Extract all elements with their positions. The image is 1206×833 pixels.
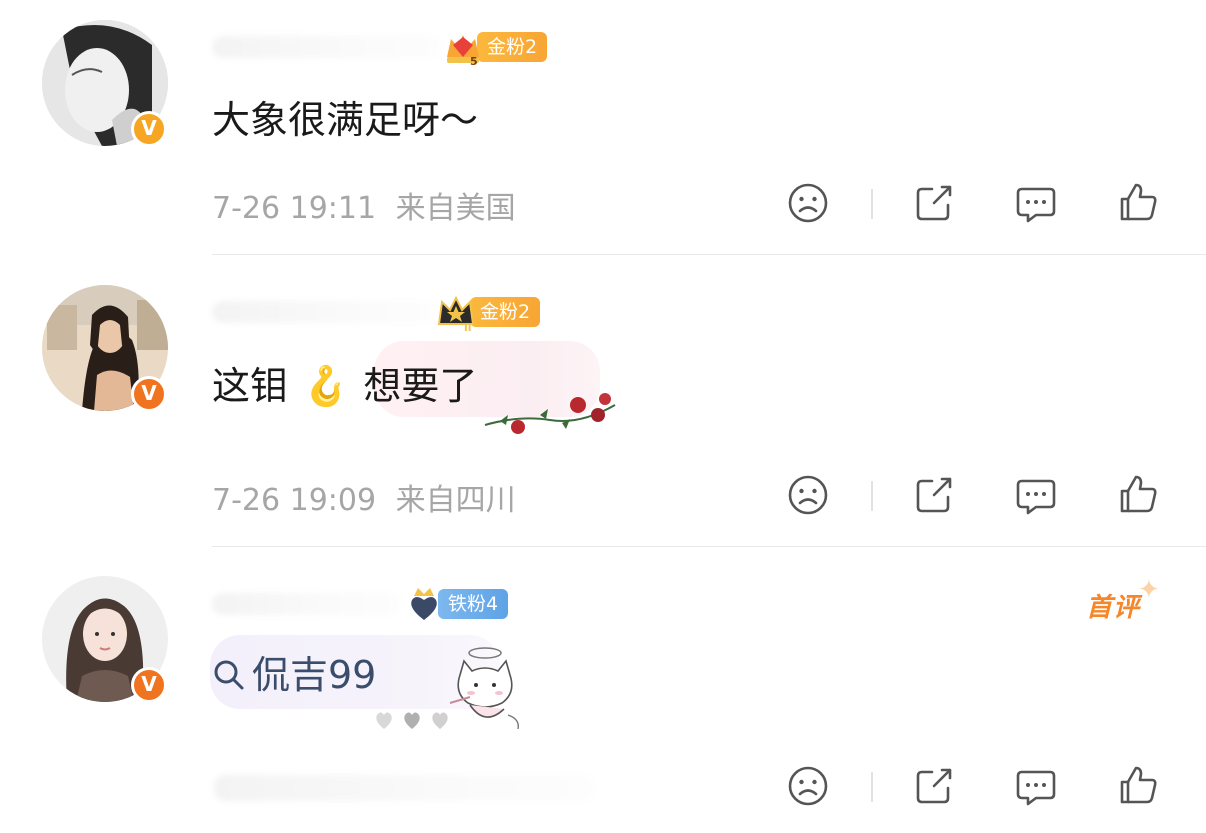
fan-badge-label: 金粉2 <box>477 32 548 62</box>
action-divider <box>871 189 873 219</box>
reply-preview-hidden <box>214 775 594 801</box>
share-icon[interactable] <box>912 473 956 517</box>
comment-item: V II 金粉2 这钼 🪝 想要了 7-26 19:09 来自四川 <box>0 255 1206 547</box>
thumbs-up-icon[interactable] <box>1116 181 1160 225</box>
comment-text-part: 想要了 <box>363 364 478 408</box>
fan-badge-label: 金粉2 <box>470 297 541 327</box>
svg-text:5: 5 <box>470 55 478 67</box>
fan-badge-label: 铁粉4 <box>438 589 509 619</box>
action-divider <box>871 481 873 511</box>
frown-icon[interactable] <box>786 764 830 808</box>
search-topic-label: 侃吉99 <box>252 653 377 697</box>
fan-badge[interactable]: 5 金粉2 <box>443 30 548 67</box>
comment-actions <box>786 181 1166 225</box>
frown-icon[interactable] <box>786 181 830 225</box>
comment-location: 来自美国 <box>395 191 516 226</box>
comment-time: 7-26 19:09 <box>212 483 377 518</box>
verified-icon: V <box>131 376 167 412</box>
fan-badge[interactable]: II 金粉2 <box>436 295 541 332</box>
frown-icon[interactable] <box>786 473 830 517</box>
rose-vine-icon <box>484 393 616 434</box>
star-icon: ✦ <box>1138 575 1160 605</box>
comment-item: V 5 金粉2 大象很满足呀～ 7-26 19:11 来自美国 <box>0 0 1206 255</box>
crown-gem-icon: 5 <box>447 35 479 67</box>
comment-meta: 7-26 19:11 来自美国 <box>212 183 516 227</box>
crown-icon: II <box>437 295 475 332</box>
comment-actions <box>786 473 1166 517</box>
verified-icon: V <box>131 667 167 703</box>
comment-text: 这钼 🪝 想要了 <box>212 362 477 410</box>
hook-emoji: 🪝 <box>302 364 350 408</box>
search-topic-link[interactable]: 侃吉99 <box>212 651 376 699</box>
share-icon[interactable] <box>912 764 956 808</box>
comment-item: V 6 铁粉4 首评 ✦ 侃吉99 <box>0 547 1206 833</box>
comment-icon[interactable] <box>1014 473 1058 517</box>
username-hidden[interactable] <box>212 36 442 58</box>
verified-icon: V <box>131 111 167 147</box>
username-hidden[interactable] <box>212 301 434 323</box>
fan-badge[interactable]: 6 铁粉4 <box>404 587 509 624</box>
search-icon <box>214 660 244 690</box>
share-icon[interactable] <box>912 181 956 225</box>
comment-text-part: 这钼 <box>212 364 289 408</box>
comment-location: 来自四川 <box>395 483 516 518</box>
comment-time: 7-26 19:11 <box>212 191 377 226</box>
svg-text:6: 6 <box>428 615 435 624</box>
first-review-tag: 首评 <box>1086 593 1141 623</box>
thumbs-up-icon[interactable] <box>1116 473 1160 517</box>
thumbs-up-icon[interactable] <box>1116 764 1160 808</box>
username-hidden[interactable] <box>212 593 402 615</box>
comment-actions <box>786 764 1166 808</box>
svg-text:II: II <box>464 323 471 332</box>
action-divider <box>871 772 873 802</box>
crown-heart-icon: 6 <box>411 588 437 624</box>
comment-icon[interactable] <box>1014 764 1058 808</box>
hearts-decoration-icon <box>376 712 448 729</box>
comment-text: 大象很满足呀～ <box>212 98 479 142</box>
comment-icon[interactable] <box>1014 181 1058 225</box>
comment-meta: 7-26 19:09 来自四川 <box>212 475 516 519</box>
